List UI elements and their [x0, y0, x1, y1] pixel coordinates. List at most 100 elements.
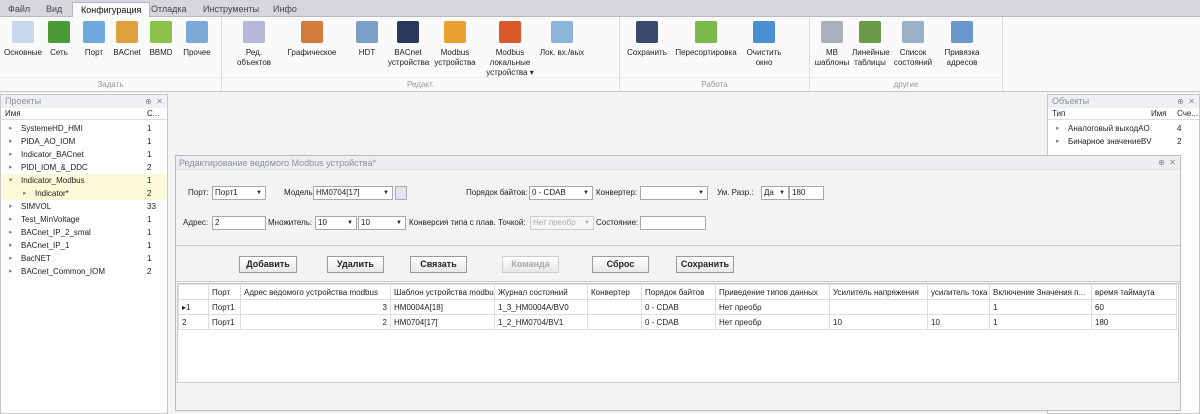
table-cell[interactable]: Нет преобр [715, 314, 830, 330]
table-cell[interactable]: 180 [1091, 314, 1177, 330]
edit-model-icon[interactable] [395, 186, 407, 200]
column-header[interactable]: Включение Значения п... [989, 284, 1092, 300]
chevron-down-icon[interactable]: ▼ [347, 217, 353, 229]
ribbon-button-3-2[interactable]: Список состояний [892, 21, 934, 68]
multiplier-select-1[interactable]: 10 ▼ [315, 216, 357, 230]
project-item[interactable]: ▾ Indicator_Modbus 1 [1, 174, 167, 187]
project-item[interactable]: ▸ BACnet_Common_IOM 2 [1, 265, 167, 278]
object-item[interactable]: ▸ Бинарное значениеBV 2 [1048, 135, 1199, 148]
expand-arrow-icon[interactable]: ▸ [1056, 135, 1060, 148]
tab-3[interactable]: Отладка [143, 2, 195, 17]
column-header[interactable]: Адрес ведомого устройства modbus [240, 284, 391, 300]
table-cell[interactable]: 1 [989, 314, 1092, 330]
chevron-down-icon[interactable]: ▼ [584, 217, 590, 229]
tab-2[interactable]: Конфигурация [72, 2, 151, 17]
chevron-down-icon[interactable]: ▼ [698, 187, 704, 199]
project-item[interactable]: ▸ Indicator* 2 [1, 187, 167, 200]
byte-order-select[interactable]: 0 - CDAB ▼ [529, 186, 593, 200]
project-item[interactable]: ▸ SystemeHD_HMI 1 [1, 122, 167, 135]
col-type[interactable]: Тип [1052, 108, 1065, 120]
multiplier-select-2[interactable]: 10 ▼ [358, 216, 406, 230]
col-count[interactable]: С... [147, 108, 159, 120]
button-5[interactable]: Сохранить [676, 256, 734, 273]
expand-arrow-icon[interactable]: ▸ [9, 252, 13, 265]
table-cell[interactable]: 60 [1091, 299, 1177, 315]
expand-arrow-icon[interactable]: ▸ [9, 226, 13, 239]
ribbon-button-1-0[interactable]: Ред. объектов [228, 21, 280, 68]
expand-arrow-icon[interactable]: ▸ [1056, 122, 1060, 135]
expand-arrow-icon[interactable]: ▸ [23, 187, 27, 200]
column-header[interactable]: Шаблон устройства modbus [390, 284, 495, 300]
column-header[interactable]: время таймаута [1091, 284, 1177, 300]
expand-arrow-icon[interactable]: ▸ [9, 213, 13, 226]
table-cell[interactable]: ▸1 [178, 299, 209, 315]
ribbon-button-3-1[interactable]: Линейные таблицы [852, 21, 890, 68]
table-cell[interactable]: 10 [927, 314, 990, 330]
model-select[interactable]: HM0704[17] ▼ [313, 186, 393, 200]
mult-spinner[interactable]: 180 [789, 186, 824, 200]
table-cell[interactable] [587, 314, 642, 330]
table-cell[interactable]: Порт1 [208, 299, 241, 315]
chevron-down-icon[interactable]: ▼ [383, 187, 389, 199]
expand-arrow-icon[interactable]: ▸ [9, 148, 13, 161]
column-header[interactable]: усилитель тока [927, 284, 990, 300]
button-2[interactable]: Связать [410, 256, 467, 273]
table-cell[interactable]: 1 [989, 299, 1092, 315]
table-cell[interactable]: 2 [178, 314, 209, 330]
project-item[interactable]: ▸ SIMVOL 33 [1, 200, 167, 213]
chevron-down-icon[interactable]: ▼ [256, 187, 262, 199]
converter-select[interactable]: ▼ [640, 186, 708, 200]
ribbon-button-3-0[interactable]: MB шаблоны [814, 21, 850, 68]
tab-5[interactable]: Инфо [265, 2, 305, 17]
table-cell[interactable]: HM0004A[18] [390, 299, 495, 315]
ribbon-button-2-2[interactable]: Очистить окно [742, 21, 786, 68]
table-cell[interactable]: 0 - CDAB [641, 314, 716, 330]
table-cell[interactable] [829, 299, 928, 315]
table-row[interactable]: 2 Порт1 2 HM0704[17] 1_2_HM0704/BV1 0 - CDAB Н… [178, 314, 1177, 330]
project-item[interactable]: ▸ PIDI_IOM_&_DDC 2 [1, 161, 167, 174]
ribbon-button-1-5[interactable]: Modbus локальные устройства ▾ [482, 21, 538, 78]
table-cell[interactable]: HM0704[17] [390, 314, 495, 330]
ribbon-button-1-1[interactable]: Графическое [282, 21, 342, 58]
col-name[interactable]: Имя [1151, 108, 1167, 120]
column-header[interactable]: Приведение типов данных [715, 284, 830, 300]
column-header[interactable]: Журнал состояний [494, 284, 588, 300]
ribbon-button-1-3[interactable]: BACnet устройства [388, 21, 429, 68]
ribbon-button-1-2[interactable]: HDT [350, 21, 384, 58]
expand-arrow-icon[interactable]: ▸ [9, 161, 13, 174]
tab-4[interactable]: Инструменты [195, 2, 267, 17]
column-header[interactable]: Порт [208, 284, 241, 300]
expand-arrow-icon[interactable]: ▸ [9, 265, 13, 278]
expand-arrow-icon[interactable]: ▸ [9, 200, 13, 213]
project-item[interactable]: ▸ Indicator_BACnet 1 [1, 148, 167, 161]
chevron-down-icon[interactable]: ▼ [583, 187, 589, 199]
ribbon-button-1-6[interactable]: Лок. вх./вых [537, 21, 587, 58]
chevron-down-icon[interactable]: ▼ [396, 217, 402, 229]
project-item[interactable]: ▸ PIDA_AO_IOM 1 [1, 135, 167, 148]
expand-arrow-icon[interactable]: ▸ [9, 135, 13, 148]
col-name[interactable]: Имя [5, 108, 21, 120]
table-cell[interactable]: 1_3_HM0004A/BV0 [494, 299, 588, 315]
table-cell[interactable]: 1_2_HM0704/BV1 [494, 314, 588, 330]
ribbon-button-0-1[interactable]: Сеть [44, 21, 74, 58]
address-input[interactable]: 2 [212, 216, 266, 230]
expand-arrow-icon[interactable]: ▸ [9, 122, 13, 135]
object-item[interactable]: ▸ Аналоговый выходAO 4 [1048, 122, 1199, 135]
project-item[interactable]: ▸ BACnet_IP_1 1 [1, 239, 167, 252]
ribbon-button-0-3[interactable]: BACnet [110, 21, 144, 58]
table-row[interactable]: ▸1 Порт1 3 HM0004A[18] 1_3_HM0004A/BV0 0 - CD… [178, 299, 1177, 315]
expand-arrow-icon[interactable]: ▸ [9, 239, 13, 252]
ribbon-button-0-4[interactable]: BBMD [146, 21, 176, 58]
state-input[interactable] [640, 216, 706, 230]
table-cell[interactable]: 2 [240, 314, 391, 330]
dialog-close-icon[interactable]: ⊕ ✕ [1158, 156, 1176, 170]
table-cell[interactable] [927, 299, 990, 315]
project-item[interactable]: ▸ BacNET 1 [1, 252, 167, 265]
ribbon-button-2-1[interactable]: Пересортировка [674, 21, 738, 58]
chevron-down-icon[interactable]: ▼ [779, 187, 785, 199]
table-cell[interactable] [587, 299, 642, 315]
pin-close-icons[interactable]: ⊕ ✕ [1177, 95, 1195, 108]
table-cell[interactable]: 3 [240, 299, 391, 315]
column-header[interactable]: Усилитель напряжения [829, 284, 928, 300]
ribbon-button-0-2[interactable]: Порт [78, 21, 110, 58]
